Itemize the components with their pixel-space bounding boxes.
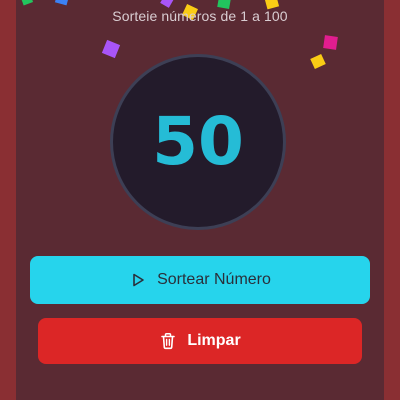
draw-number-label: Sortear Número: [157, 271, 271, 288]
confetti-piece: [323, 35, 338, 50]
drawn-number-display: 50: [110, 54, 286, 230]
clear-button[interactable]: Limpar: [38, 318, 362, 364]
draw-number-button[interactable]: Sortear Número: [30, 256, 370, 304]
clear-label: Limpar: [187, 332, 241, 349]
drawn-number: 50: [152, 103, 244, 180]
play-icon: [129, 271, 147, 289]
page: Sorteie números de 1 a 100 50 Sortear Nú…: [0, 0, 400, 400]
trash-icon: [159, 332, 177, 350]
page-subtitle: Sorteie números de 1 a 100: [112, 8, 288, 24]
